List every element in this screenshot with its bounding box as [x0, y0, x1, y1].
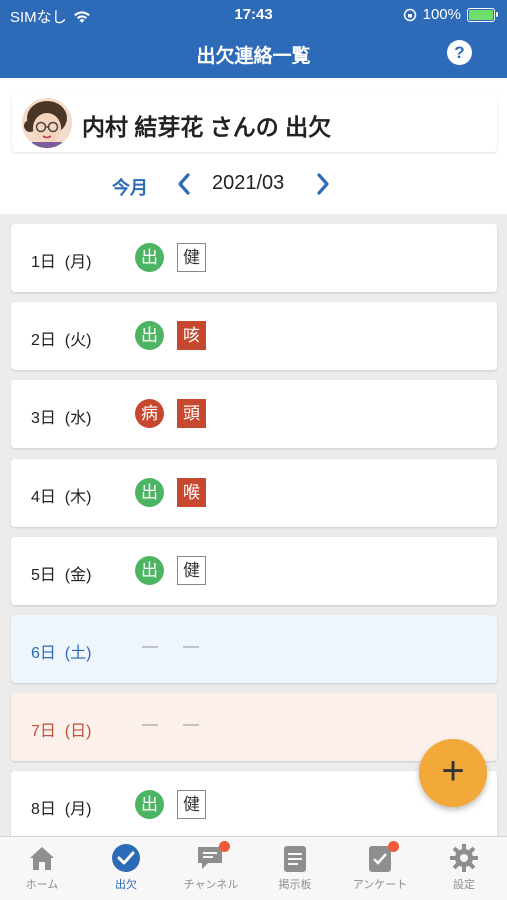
health-badge: 喉 [177, 477, 206, 507]
tab-settings[interactable]: 設定 [422, 843, 506, 897]
day-date: 7日 (日) [31, 723, 92, 741]
attendance-badge: 出 [135, 477, 164, 507]
board-icon [280, 843, 310, 873]
day-date: 6日 (土) [31, 645, 92, 662]
tab-label: 出欠 [115, 879, 137, 891]
page-title: 出欠連絡一覧 [196, 46, 311, 67]
tab-bar: ホーム 出欠 チャンネル 掲示板 アンケート 設定 [0, 836, 507, 900]
attendance-empty: — [142, 716, 158, 734]
chat-icon [196, 841, 230, 873]
month-navigator: 今月 2021/03 [0, 168, 507, 202]
health-badge: 頭 [177, 399, 206, 429]
attendance-badge: 出 [135, 555, 164, 585]
health-badge: 健 [177, 243, 206, 272]
tab-home[interactable]: ホーム [0, 843, 84, 897]
health-badge: 咳 [177, 321, 206, 351]
day-row[interactable]: 3日 (水) 病頭 [11, 380, 497, 449]
add-attendance-button[interactable]: + [419, 739, 487, 807]
avatar [22, 98, 72, 148]
gear-icon [449, 843, 479, 873]
attendance-list: 1日 (月) 出健 2日 (火) 出咳 3日 (水) 病頭 4日 (木) 出喉 5日 (金) 出健… [0, 214, 507, 836]
day-row[interactable]: 5日 (金) 出健 [11, 536, 497, 605]
tab-label: チャンネル [183, 879, 239, 891]
health-badge: 健 [177, 790, 206, 820]
nav-bar: 出欠連絡一覧 ? [0, 30, 507, 78]
day-row[interactable]: 7日 (日) — — [11, 693, 497, 762]
day-date: 4日 (木) [31, 488, 92, 506]
orientation-lock-icon [403, 8, 416, 21]
attendance-badge: 出 [135, 790, 164, 820]
health-empty: — [183, 638, 199, 655]
student-header: 内村 結芽花 さんの 出欠 今月 2021/03 [0, 78, 507, 214]
survey-icon [365, 841, 399, 873]
status-right: 100% [403, 6, 498, 23]
day-date: 1日 (月) [31, 254, 92, 271]
tab-label: 掲示板 [278, 879, 312, 891]
tab-channel[interactable]: チャンネル [169, 841, 253, 897]
notification-badge [388, 841, 399, 852]
day-date: 5日 (金) [31, 566, 92, 584]
tab-survey[interactable]: アンケート [338, 841, 422, 897]
chevron-left-icon[interactable] [173, 170, 195, 198]
home-icon [27, 843, 57, 873]
attendance-badge: 病 [135, 399, 164, 429]
day-row[interactable]: 4日 (木) 出喉 [11, 458, 497, 527]
attendance-empty: — [142, 638, 158, 655]
current-month-button[interactable]: 今月 [112, 174, 148, 200]
check-circle-icon [111, 843, 141, 873]
health-badge: 健 [177, 555, 206, 585]
month-label: 2021/03 [212, 172, 285, 194]
day-date: 3日 (水) [31, 410, 92, 428]
chevron-right-icon[interactable] [312, 170, 334, 198]
battery-percent: 100% [422, 6, 461, 23]
student-name: 内村 結芽花 さんの 出欠 [82, 114, 332, 140]
day-date: 2日 (火) [31, 332, 92, 350]
day-date: 8日 (月) [31, 801, 92, 819]
battery-icon [467, 7, 498, 22]
tab-board[interactable]: 掲示板 [253, 843, 337, 897]
tab-label: ホーム [25, 879, 59, 891]
student-card: 内村 結芽花 さんの 出欠 [12, 94, 497, 152]
tab-label: 設定 [453, 879, 475, 891]
tab-label: アンケート [352, 879, 408, 891]
day-row[interactable]: 1日 (月) 出健 [11, 224, 497, 292]
day-row[interactable]: 2日 (火) 出咳 [11, 302, 497, 371]
day-row[interactable]: 6日 (土) — — [11, 615, 497, 683]
status-bar: SIMなし 17:43 100% [0, 0, 507, 30]
attendance-badge: 出 [135, 243, 164, 272]
attendance-badge: 出 [135, 321, 164, 351]
health-empty: — [183, 716, 199, 734]
notification-badge [219, 841, 230, 852]
tab-attendance[interactable]: 出欠 [84, 843, 168, 897]
help-button[interactable]: ? [447, 40, 472, 65]
